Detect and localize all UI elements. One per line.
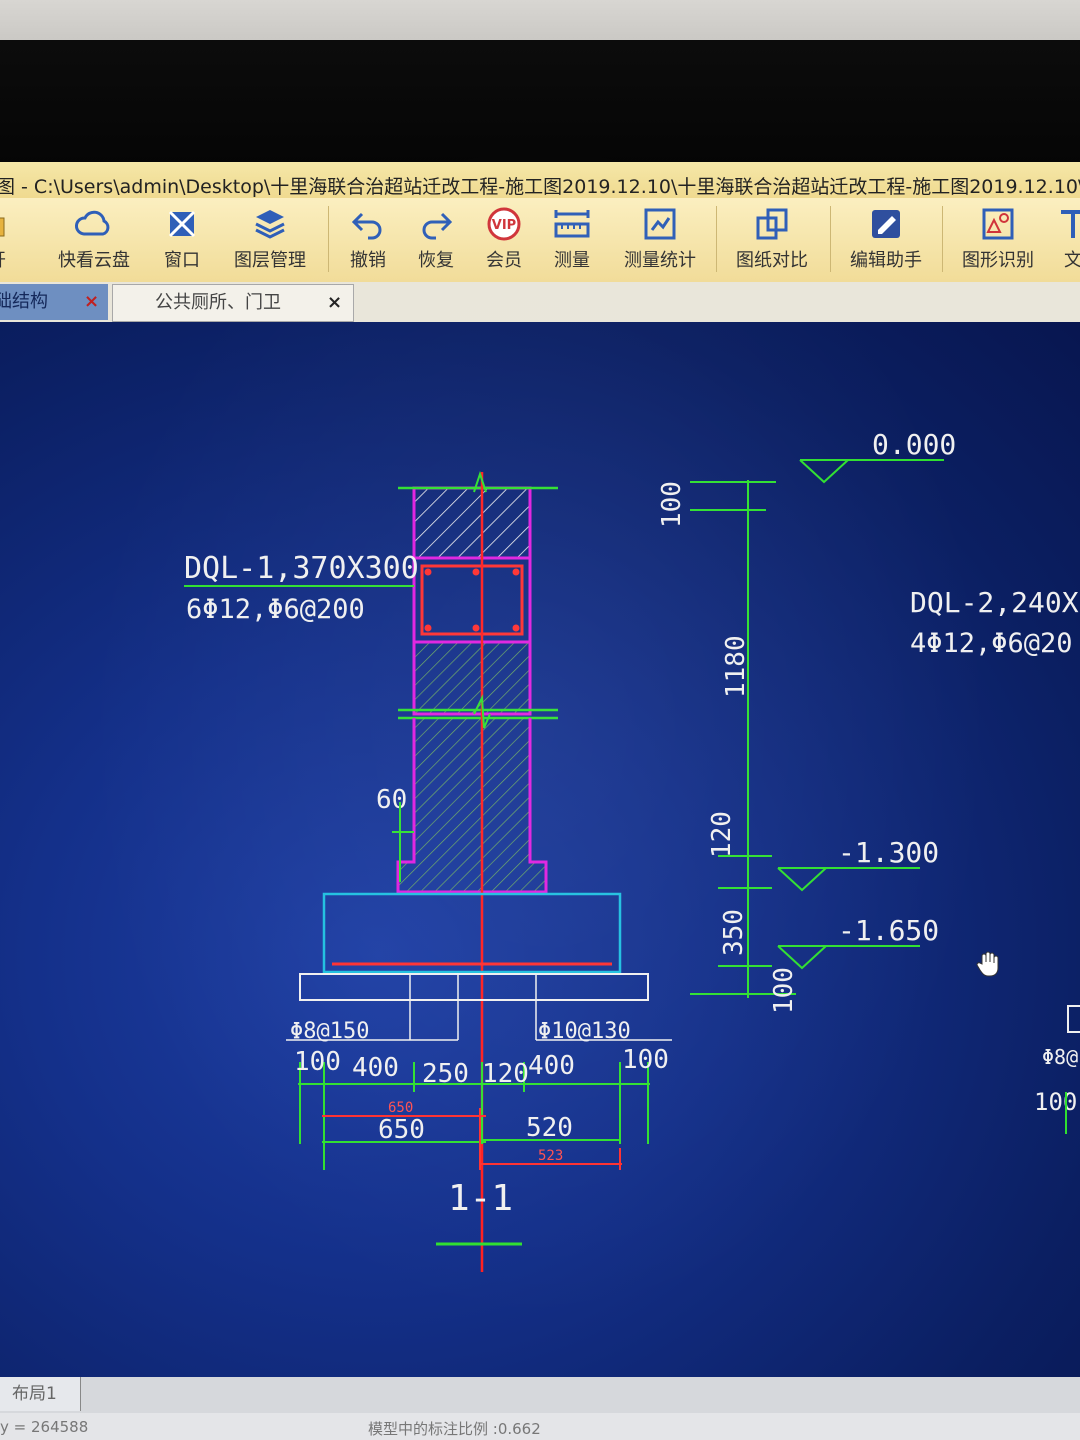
wall-top — [412, 486, 532, 560]
ring-beam-outline — [412, 556, 532, 644]
toolbar-separator — [942, 206, 943, 272]
redo-icon — [422, 212, 453, 240]
compare-icon — [756, 208, 788, 240]
toolbar-separator — [716, 206, 717, 272]
elevation-marker — [799, 459, 849, 484]
title-bar: 图 - C:\Users\admin\Desktop\十里海联合治超站迁改工程-… — [0, 162, 1080, 200]
wall-mid — [412, 640, 532, 716]
dim-120-vertical: 120 — [707, 811, 737, 858]
text-icon — [1061, 210, 1080, 238]
beam1-label: DQL-1,370X300 — [184, 551, 419, 586]
partial-footing — [1067, 1005, 1080, 1033]
wall-footing-step — [396, 718, 548, 894]
close-icon[interactable]: × — [327, 285, 342, 321]
elevation-mid: -1.300 — [838, 836, 939, 869]
dim-row-2: 400 — [352, 1053, 399, 1083]
document-tabs: 础结构 × 公共厕所、门卫 × — [0, 282, 1080, 323]
window-title: 图 - C:\Users\admin\Desktop\十里海联合治超站迁改工程-… — [0, 176, 1080, 198]
monitor-bezel — [0, 40, 1080, 165]
dim-350: 350 — [719, 909, 749, 956]
cloud-icon — [75, 210, 110, 236]
beam2-rebar-label: 4Φ12,Φ6@20 — [910, 628, 1073, 659]
layout-tabs-bar: 布局1 — [0, 1377, 1080, 1413]
elevation-top: 0.000 — [872, 428, 956, 461]
annotation-scale: 模型中的标注比例 :0.662 — [368, 1420, 541, 1438]
rebar-dot — [472, 568, 480, 576]
rebar-dot — [512, 624, 520, 632]
dim-row-3: 250 — [422, 1059, 469, 1089]
layer-manager-button[interactable]: 图层管理 — [230, 200, 310, 280]
beam1-rebar-label: 6Φ12,Φ6@200 — [186, 594, 365, 625]
elevation-bottom: -1.650 — [838, 914, 939, 947]
measure-button[interactable]: 测量 — [532, 200, 612, 280]
edit-assistant-icon — [872, 210, 900, 238]
layout-tab[interactable]: 布局1 — [0, 1377, 81, 1411]
footing — [322, 892, 622, 974]
vip-icon: VIP — [487, 207, 521, 241]
window-icon — [168, 210, 196, 238]
layers-icon — [255, 210, 285, 239]
dim-650: 650 — [378, 1115, 425, 1145]
app-window: 图 - C:\Users\admin\Desktop\十里海联合治超站迁改工程-… — [0, 150, 1080, 1440]
dim-1180: 1180 — [721, 635, 751, 698]
shape-recognition-button[interactable]: 图形识别 — [956, 200, 1040, 280]
dim-523-small: 523 — [538, 1148, 563, 1164]
edit-assistant-button[interactable]: 编辑助手 — [844, 200, 928, 280]
rebar-left-label: Φ8@150 — [290, 1019, 369, 1044]
ribbon-toolbar: 打开 快看云盘 窗口 图层管理 撤销 恢复 VIP 会员 测量 — [0, 198, 1080, 283]
shape-recognition-icon — [982, 208, 1014, 240]
dim-row-1: 100 — [294, 1047, 341, 1077]
undo-icon — [351, 212, 382, 240]
dim-650-small: 650 — [388, 1100, 413, 1116]
dim-520: 520 — [526, 1113, 573, 1143]
open-button[interactable]: 打开 — [0, 200, 28, 280]
section-label: 1-1 — [448, 1178, 513, 1219]
close-icon[interactable]: × — [84, 284, 99, 320]
dim-row-5: 400 — [528, 1051, 575, 1081]
dim-100-bottom: 100 — [769, 967, 799, 1014]
beam2-label: DQL-2,240X2 — [910, 586, 1080, 619]
tab-structure[interactable]: 础结构 × — [0, 284, 108, 320]
partial-rebar-label: Φ8@ — [1042, 1045, 1078, 1069]
window-button[interactable]: 窗口 — [142, 200, 222, 280]
rebar-dot — [424, 624, 432, 632]
tab-public-toilet-guard[interactable]: 公共厕所、门卫 × — [112, 284, 354, 322]
rebar-right-label: Φ10@130 — [538, 1019, 631, 1044]
status-bar: y = 264588 模型中的标注比例 :0.662 — [0, 1413, 1080, 1440]
measure-stats-button[interactable]: 测量统计 — [618, 200, 702, 280]
dim-60: 60 — [376, 785, 407, 815]
text-button[interactable]: 文 — [1048, 200, 1080, 280]
cloud-drive-button[interactable]: 快看云盘 — [54, 200, 134, 280]
measure-stats-icon — [644, 208, 676, 240]
rebar-dot — [512, 568, 520, 576]
partial-dim-label: 100 — [1034, 1088, 1077, 1116]
folder-open-icon — [0, 217, 5, 237]
rebar-dot — [472, 624, 480, 632]
rebar-dot — [424, 568, 432, 576]
cad-drawing: DQL-1,370X300 6Φ12,Φ6@200 DQL-2,240X2 4Φ… — [184, 428, 1080, 1272]
dim-row-6: 100 — [622, 1045, 669, 1075]
toolbar-separator — [830, 206, 831, 272]
dim-100-top: 100 — [657, 481, 687, 528]
drawing-canvas[interactable]: DQL-1,370X300 6Φ12,Φ6@200 DQL-2,240X2 4Φ… — [0, 322, 1080, 1377]
hand-cursor-icon — [976, 951, 999, 977]
coordinate-readout: y = 264588 — [0, 1418, 89, 1436]
svg-text:VIP: VIP — [492, 218, 516, 233]
elevation-marker — [777, 867, 827, 892]
elevation-marker — [777, 945, 827, 970]
dim-row-4: 120 — [482, 1059, 529, 1089]
ring-beam-stirrup — [420, 564, 524, 636]
cushion-layer — [299, 973, 649, 1001]
ruler-icon — [554, 210, 590, 238]
compare-button[interactable]: 图纸对比 — [730, 200, 814, 280]
